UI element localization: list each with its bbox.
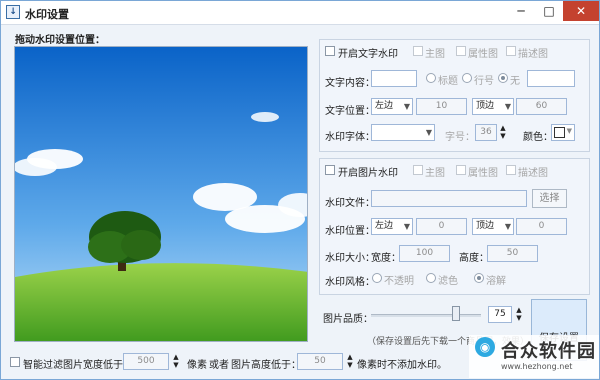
text-attr-image-checkbox[interactable] [456, 46, 466, 56]
quality-slider-thumb[interactable] [452, 306, 460, 321]
filter-height-label: 图片高度低于： [231, 360, 301, 371]
image-h-align-select[interactable]: 左边 ▼ [371, 218, 413, 235]
chevron-down-icon: ▼ [504, 102, 511, 111]
img-main-image-label: 主图 [425, 168, 445, 179]
radio-line-number[interactable] [462, 73, 472, 83]
radio-none-label: 无 [510, 76, 520, 87]
chevron-down-icon: ▼ [504, 222, 511, 231]
radio-title-label: 标题 [438, 76, 458, 87]
image-height-label: 高度： [459, 253, 489, 264]
quality-slider-track[interactable] [371, 314, 481, 317]
text-attr-image-label: 属性图 [468, 49, 498, 60]
filter-height-stepper[interactable]: ▲ ▼ [346, 353, 354, 370]
watermark-file-input[interactable] [371, 190, 527, 207]
maximize-button[interactable]: □ [535, 1, 563, 21]
text-position-label: 文字位置： [325, 106, 375, 117]
image-height-input[interactable]: 50 [487, 245, 538, 262]
radio-none[interactable] [498, 73, 508, 83]
quality-stepper[interactable]: ▲ ▼ [515, 306, 523, 323]
style-screen-label: 滤色 [438, 276, 458, 287]
quality-input[interactable]: 75 [488, 306, 512, 323]
image-preview[interactable] [14, 46, 308, 342]
image-h-offset-input[interactable]: 0 [416, 218, 467, 235]
font-size-input[interactable]: 36 [475, 124, 497, 141]
img-attr-image-label: 属性图 [468, 168, 498, 179]
color-label: 颜色： [523, 132, 553, 143]
image-size-label: 水印大小： [325, 253, 375, 264]
image-width-label: 宽度： [371, 253, 401, 264]
style-dissolve-label: 溶解 [486, 276, 506, 287]
img-desc-image-checkbox[interactable] [506, 165, 516, 175]
image-position-label: 水印位置： [325, 226, 375, 237]
image-width-input[interactable]: 100 [399, 245, 450, 262]
font-label: 水印字体： [325, 132, 375, 143]
title-bar: ↓ 水印设置 ─ □ ✕ [1, 1, 599, 25]
img-attr-image-checkbox[interactable] [456, 165, 466, 175]
minimize-button[interactable]: ─ [507, 1, 535, 21]
text-main-image-checkbox[interactable] [413, 46, 423, 56]
radio-line-number-label: 行号 [474, 76, 494, 87]
watermark-brand: 合众软件园 [501, 341, 596, 362]
filter-tail-label: 像素时不添加水印。 [357, 360, 447, 371]
filter-width-input[interactable]: 500 [123, 353, 169, 370]
window-title: 水印设置 [25, 8, 69, 21]
text-v-align-select[interactable]: 顶边 ▼ [472, 98, 514, 115]
chevron-down-icon: ▼ [566, 127, 572, 135]
window: ↓ 水印设置 ─ □ ✕ 拖动水印设置位置： 开启文字水印 主图 属性图 描述图… [0, 0, 600, 380]
enable-text-watermark-checkbox[interactable] [325, 46, 335, 56]
watermark-url: www.hezhong.net [501, 362, 573, 371]
watermark-style-label: 水印风格： [325, 277, 375, 288]
style-dissolve-radio[interactable] [474, 273, 484, 283]
quality-label: 图片品质： [323, 314, 373, 325]
smart-filter-checkbox[interactable] [10, 357, 20, 367]
smart-filter-label: 智能过滤图片宽度低于： [23, 360, 133, 371]
filter-width-unit: 像素 [187, 360, 207, 371]
enable-text-watermark-label: 开启文字水印 [338, 49, 398, 60]
image-v-align-value: 顶边 [476, 221, 495, 231]
color-picker[interactable]: ▼ [551, 124, 575, 141]
img-main-image-checkbox[interactable] [413, 165, 423, 175]
filter-width-stepper[interactable]: ▲ ▼ [172, 353, 180, 370]
img-desc-image-label: 描述图 [518, 168, 548, 179]
text-h-align-value: 左边 [375, 101, 394, 111]
image-v-offset-input[interactable]: 0 [516, 218, 567, 235]
text-h-align-select[interactable]: 左边 ▼ [371, 98, 413, 115]
color-swatch [554, 127, 565, 138]
filter-height-input[interactable]: 50 [297, 353, 343, 370]
text-content-label: 文字内容： [325, 78, 375, 89]
style-opaque-radio[interactable] [372, 273, 382, 283]
watermark-file-label: 水印文件： [325, 198, 375, 209]
style-screen-radio[interactable] [426, 273, 436, 283]
text-extra-input[interactable] [527, 70, 575, 87]
font-size-stepper[interactable]: ▲ ▼ [499, 124, 507, 141]
chevron-down-icon: ▼ [403, 102, 410, 111]
text-content-input[interactable] [371, 70, 417, 87]
text-h-offset-input[interactable]: 10 [416, 98, 467, 115]
text-v-offset-input[interactable]: 60 [516, 98, 567, 115]
chevron-down-icon: ▼ [403, 222, 410, 231]
image-v-align-select[interactable]: 顶边 ▼ [472, 218, 514, 235]
text-desc-image-label: 描述图 [518, 49, 548, 60]
font-size-label: 字号： [445, 132, 475, 143]
image-h-align-value: 左边 [375, 221, 394, 231]
filter-or-label: 或者 [209, 360, 229, 371]
style-opaque-label: 不透明 [384, 276, 414, 287]
choose-file-button[interactable]: 选择 [532, 189, 567, 208]
preview-label: 拖动水印设置位置： [15, 35, 105, 46]
text-main-image-label: 主图 [425, 49, 445, 60]
chevron-down-icon: ▼ [425, 128, 432, 137]
hezhong-logo-icon: ◉ [475, 337, 495, 357]
font-select[interactable]: ▼ [371, 124, 435, 141]
enable-image-watermark-checkbox[interactable] [325, 165, 335, 175]
text-desc-image-checkbox[interactable] [506, 46, 516, 56]
download-icon: ↓ [6, 5, 20, 19]
close-button[interactable]: ✕ [563, 1, 599, 21]
enable-image-watermark-label: 开启图片水印 [338, 168, 398, 179]
radio-title[interactable] [426, 73, 436, 83]
text-v-align-value: 顶边 [476, 101, 495, 111]
landscape-image [15, 47, 307, 341]
